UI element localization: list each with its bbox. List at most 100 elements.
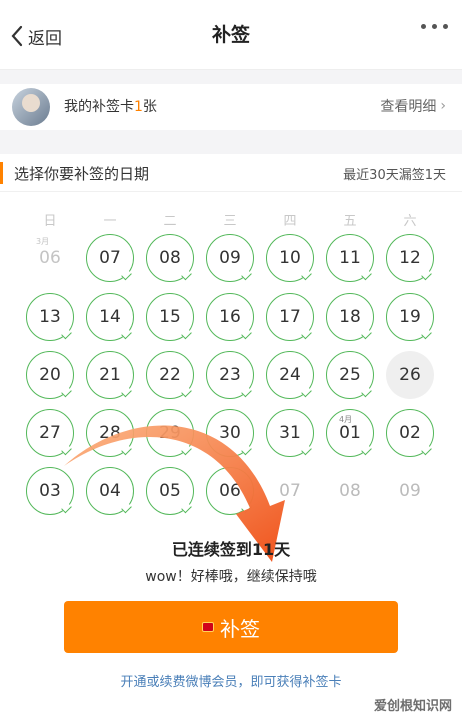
check-icon xyxy=(241,269,252,281)
watermark: 爱创根知识网 xyxy=(373,699,452,714)
day-number: 06 xyxy=(39,248,61,268)
weekday-mon: 一 xyxy=(103,214,117,229)
day-number: 29 xyxy=(159,423,181,443)
card-count: 1 xyxy=(134,99,143,115)
check-icon xyxy=(241,328,252,340)
day-number: 15 xyxy=(159,307,181,327)
day-number: 09 xyxy=(219,248,241,268)
calendar-day[interactable]: 30 xyxy=(206,409,254,457)
calendar-day[interactable]: 20 xyxy=(26,351,74,399)
weekday-wed: 三 xyxy=(223,214,237,229)
calendar-day[interactable]: 22 xyxy=(146,351,194,399)
card-icon xyxy=(202,622,214,632)
check-icon xyxy=(61,386,72,398)
card-count-label: 我的补签卡1张 xyxy=(64,99,157,115)
calendar-day[interactable]: 31 xyxy=(266,409,314,457)
calendar-day[interactable]: 03 xyxy=(26,467,74,515)
calendar-day[interactable]: 24 xyxy=(266,351,314,399)
day-number: 10 xyxy=(279,248,301,268)
day-number: 19 xyxy=(399,307,421,327)
calendar-day: 08 xyxy=(326,467,374,515)
calendar-day[interactable]: 08 xyxy=(146,234,194,282)
check-icon xyxy=(241,386,252,398)
check-icon xyxy=(181,328,192,340)
vip-link[interactable]: 开通或续费微博会员，即可获得补签卡 xyxy=(0,671,462,690)
makeup-sign-button[interactable]: 补签 xyxy=(64,601,398,653)
calendar-day[interactable]: 12 xyxy=(386,234,434,282)
day-number: 27 xyxy=(39,423,61,443)
check-icon xyxy=(121,328,132,340)
check-icon xyxy=(181,502,192,514)
calendar-day[interactable]: 07 xyxy=(86,234,134,282)
streak-encourage: wow！好棒哦，继续保持哦 xyxy=(145,569,317,585)
day-number: 14 xyxy=(99,307,121,327)
calendar-day[interactable]: 23 xyxy=(206,351,254,399)
check-icon xyxy=(181,444,192,456)
check-icon xyxy=(421,269,432,281)
avatar xyxy=(12,88,50,126)
calendar-day[interactable]: 10 xyxy=(266,234,314,282)
more-dots-icon[interactable] xyxy=(421,24,448,29)
calendar-day[interactable]: 21 xyxy=(86,351,134,399)
day-number: 20 xyxy=(39,365,61,385)
check-icon xyxy=(361,328,372,340)
calendar-day[interactable]: 09 xyxy=(206,234,254,282)
calendar-day[interactable]: 02 xyxy=(386,409,434,457)
check-icon xyxy=(361,386,372,398)
calendar-day[interactable]: 13 xyxy=(26,293,74,341)
check-icon xyxy=(121,386,132,398)
weekday-sun: 日 xyxy=(43,214,57,229)
day-number: 18 xyxy=(339,307,361,327)
makeup-sign-label: 补签 xyxy=(220,616,260,641)
check-icon xyxy=(61,444,72,456)
weekday-header: 日 一 二 三 四 五 六 xyxy=(0,210,462,230)
calendar-day[interactable]: 16 xyxy=(206,293,254,341)
calendar-day[interactable]: 11 xyxy=(326,234,374,282)
calendar-day[interactable]: 4月 01 xyxy=(326,409,374,457)
day-number: 21 xyxy=(99,365,121,385)
calendar-day[interactable]: 28 xyxy=(86,409,134,457)
day-number: 28 xyxy=(99,423,121,443)
calendar-day[interactable]: 14 xyxy=(86,293,134,341)
calendar-day[interactable]: 04 xyxy=(86,467,134,515)
calendar-day: 3月 06 xyxy=(26,234,74,282)
check-icon xyxy=(361,269,372,281)
day-number: 22 xyxy=(159,365,181,385)
check-icon xyxy=(301,328,312,340)
calendar-day[interactable]: 05 xyxy=(146,467,194,515)
check-icon xyxy=(121,269,132,281)
month-label: 3月 xyxy=(36,237,50,246)
calendar-day[interactable]: 17 xyxy=(266,293,314,341)
calendar-day[interactable]: 06 xyxy=(206,467,254,515)
day-number: 26 xyxy=(399,365,421,385)
check-icon xyxy=(421,328,432,340)
divider xyxy=(0,70,462,84)
check-icon xyxy=(241,502,252,514)
day-number: 01 xyxy=(339,423,361,443)
page-title: 补签 xyxy=(211,24,250,46)
day-number: 24 xyxy=(279,365,301,385)
calendar-day[interactable]: 19 xyxy=(386,293,434,341)
day-number: 05 xyxy=(159,481,181,501)
day-number: 31 xyxy=(279,423,301,443)
section-title: 选择你要补签的日期 xyxy=(14,165,150,183)
calendar-day[interactable]: 25 xyxy=(326,351,374,399)
section-header: 选择你要补签的日期 最近30天漏签1天 xyxy=(0,154,462,192)
calendar-day[interactable]: 18 xyxy=(326,293,374,341)
day-number: 17 xyxy=(279,307,301,327)
month-label: 4月 xyxy=(339,415,353,424)
day-number: 16 xyxy=(219,307,241,327)
calendar-day[interactable]: 27 xyxy=(26,409,74,457)
day-number: 06 xyxy=(219,481,241,501)
calendar-day[interactable]: 26 xyxy=(386,351,434,399)
check-icon xyxy=(181,386,192,398)
calendar-day[interactable]: 15 xyxy=(146,293,194,341)
view-detail-link[interactable]: 查看明细 › xyxy=(380,96,446,116)
weekday-fri: 五 xyxy=(343,214,357,229)
day-number: 03 xyxy=(39,481,61,501)
accent-bar xyxy=(0,162,3,184)
day-number: 12 xyxy=(399,248,421,268)
calendar-day[interactable]: 29 xyxy=(146,409,194,457)
nav-bar: 返回 补签 xyxy=(0,0,462,70)
check-icon xyxy=(361,444,372,456)
